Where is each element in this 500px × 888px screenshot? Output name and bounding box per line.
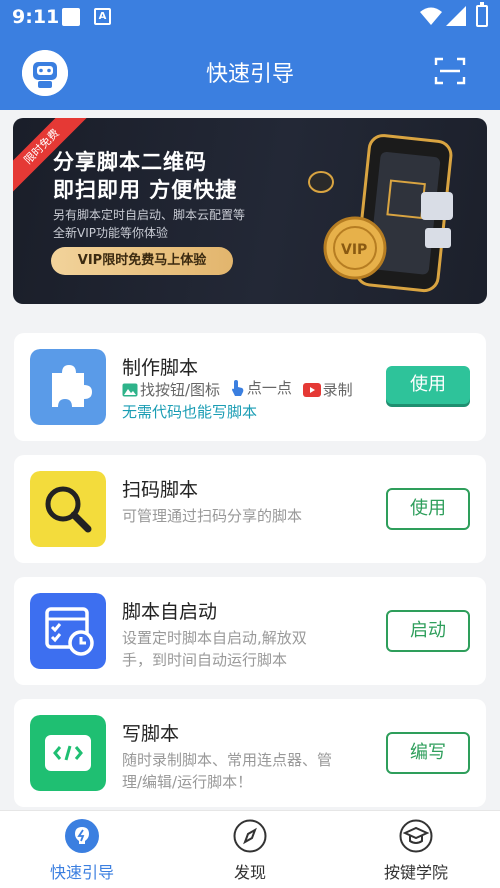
bottom-nav: 快速引导 发现 按键学院 [0,810,500,888]
bulb-icon [65,819,99,853]
magnifier-icon [30,471,106,547]
card-auto-start: 脚本自启动 设置定时脚本自启动,解放双 手，到时间自动运行脚本 启动 [14,577,486,685]
svg-text:VIP: VIP [341,242,367,258]
banner-headline-1: 分享脚本二维码 [53,150,207,174]
promo-banner[interactable]: 限时免费 分享脚本二维码 即扫即用 方便快捷 另有脚本定时自启动、脚本云配置等 … [13,118,487,304]
schedule-icon [30,593,106,669]
card-description-line-2: 手，到时间自动运行脚本 [122,651,288,669]
card-description-line-2: 理/编辑/运行脚本！ [122,773,253,791]
feature-record: 录制 [302,379,353,400]
battery-icon [476,2,488,27]
start-button[interactable]: 启动 [386,610,470,652]
nav-label: 快速引导 [49,863,114,882]
phone-vip-coin-illustration: VIP [308,134,453,293]
card-write-script: 写脚本 随时录制脚本、常用连点器、管 理/编辑/运行脚本！ 编写 [14,699,486,807]
write-button[interactable]: 编写 [386,732,470,774]
puzzle-icon [30,349,106,425]
card-title: 扫码脚本 [122,479,199,501]
banner-headline-2: 即扫即用 方便快捷 [53,178,238,202]
card-title: 制作脚本 [122,357,199,379]
record-icon [302,382,321,397]
wifi-icon [420,7,442,25]
nav-label: 按键学院 [383,863,448,882]
status-bar: 9:11 A [0,0,500,34]
status-time: 9:11 [12,6,60,28]
nav-label: 发现 [233,863,266,882]
no-code-tip: 无需代码也能写脚本 [122,403,258,421]
code-window-icon [30,715,106,791]
card-scan-script: 扫码脚本 可管理通过扫码分享的脚本 使用 [14,455,486,563]
card-description: 可管理通过扫码分享的脚本 [122,507,303,525]
use-button[interactable]: 使用 [386,366,470,404]
nav-discover[interactable]: 发现 [180,819,320,883]
card-description-line-1: 随时录制脚本、常用连点器、管 [122,751,333,769]
use-button[interactable]: 使用 [386,488,470,530]
feature-label: 录制 [322,381,353,399]
card-make-script: 制作脚本 找按钮/图标 点一点 录制 无需代码也能写脚本 使用 [14,333,486,441]
compass-icon [233,819,267,853]
app-bar: 快速引导 [0,34,500,110]
page-title: 快速引导 [205,62,294,87]
feature-list: 找按钮/图标 点一点 录制 [122,377,359,401]
accessibility-a-icon: A [94,8,111,25]
banner-line-1: 另有脚本定时自启动、脚本云配置等 [53,208,246,222]
feature-label: 找按钮/图标 [140,381,221,399]
graduation-cap-icon [399,819,433,853]
scan-icon[interactable] [434,56,466,86]
signal-icon [446,6,466,26]
tap-hand-icon [231,379,244,396]
nav-quick-guide[interactable]: 快速引导 [12,819,152,883]
vip-cta-button[interactable]: VIP限时免费马上体验 [51,247,233,275]
nav-academy[interactable]: 按键学院 [346,819,486,883]
card-title: 脚本自启动 [122,601,218,623]
banner-line-2: 全新VIP功能等你体验 [53,226,168,240]
card-description-line-1: 设置定时脚本自启动,解放双 [122,629,307,647]
feature-find-button: 找按钮/图标 [122,379,220,400]
feature-tap: 点一点 [231,377,292,398]
notification-square-icon [62,8,80,26]
card-title: 写脚本 [122,723,180,745]
image-icon [122,383,138,396]
feature-label: 点一点 [246,379,292,397]
